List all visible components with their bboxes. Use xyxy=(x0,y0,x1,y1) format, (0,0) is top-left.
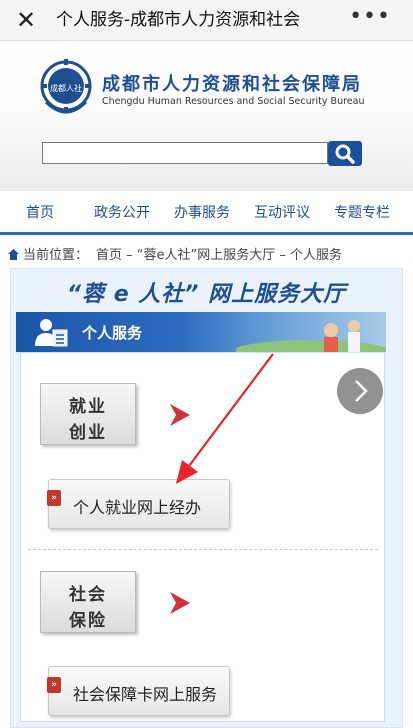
hall-title: “蓉 e 人社” 网上服务大厅 xyxy=(66,282,347,307)
nav-item-topics[interactable]: 专题专栏 xyxy=(334,202,390,222)
close-icon[interactable]: ✕ xyxy=(16,6,36,34)
breadcrumb-prefix: 当前位置： xyxy=(23,248,89,263)
banner-label: 个人服务 xyxy=(82,324,143,342)
annotation-arrow xyxy=(176,353,274,484)
emblem-text: 成都人社 xyxy=(50,83,82,93)
nav-item-feedback[interactable]: 互动评议 xyxy=(254,202,310,222)
service-label: 社会保障卡网上服务 xyxy=(73,685,218,704)
org-name-cn: 成都市人力资源和社会保障局 xyxy=(102,74,362,95)
search-input[interactable] xyxy=(42,142,328,164)
category-label-line2: 创业 xyxy=(69,423,107,443)
window-title: 个人服务-成都市人力资源和社会 xyxy=(56,10,301,30)
category-label-line2: 保险 xyxy=(69,611,107,631)
breadcrumb: 当前位置： 首页 – “蓉e人社”网上服务大厅 – 个人服务 xyxy=(8,244,342,263)
home-icon xyxy=(8,249,19,260)
banner-decoration xyxy=(236,320,386,352)
personal-service-banner: 个人服务 xyxy=(16,312,386,352)
red-arrow-icon xyxy=(170,592,190,614)
section-divider xyxy=(28,549,378,550)
search-icon xyxy=(335,144,355,164)
nav-item-public-affairs[interactable]: 政务公开 xyxy=(94,202,150,222)
category-employment[interactable]: 就业 创业 xyxy=(40,383,136,445)
carousel-next-button[interactable] xyxy=(337,368,383,414)
nav-item-services[interactable]: 办事服务 xyxy=(174,202,230,222)
nav-item-home[interactable]: 首页 xyxy=(26,202,54,222)
service-button-social-security-card[interactable]: » 社会保障卡网上服务 xyxy=(47,666,230,716)
search-button[interactable] xyxy=(328,141,362,166)
chevron-right-icon xyxy=(355,380,368,402)
category-social-insurance[interactable]: 社会 保险 xyxy=(40,571,136,633)
service-tag-icon: » xyxy=(47,677,61,693)
user-card-icon xyxy=(35,319,68,347)
main-nav: 首页 政务公开 办事服务 互动评议 专题专栏 xyxy=(0,192,413,235)
org-name-en: Chengdu Human Resources and Social Secur… xyxy=(102,96,365,107)
emblem-icon: 成都人社 xyxy=(40,59,92,114)
service-tag-icon: » xyxy=(47,490,61,506)
category-label-line1: 就业 xyxy=(69,397,107,417)
more-icon[interactable]: ••• xyxy=(349,4,391,29)
category-label-line1: 社会 xyxy=(69,585,107,605)
app-topbar: ✕ 个人服务-成都市人力资源和社会 ••• xyxy=(0,0,413,41)
service-label: 个人就业网上经办 xyxy=(73,498,202,517)
breadcrumb-path[interactable]: 首页 – “蓉e人社”网上服务大厅 – 个人服务 xyxy=(96,248,342,263)
